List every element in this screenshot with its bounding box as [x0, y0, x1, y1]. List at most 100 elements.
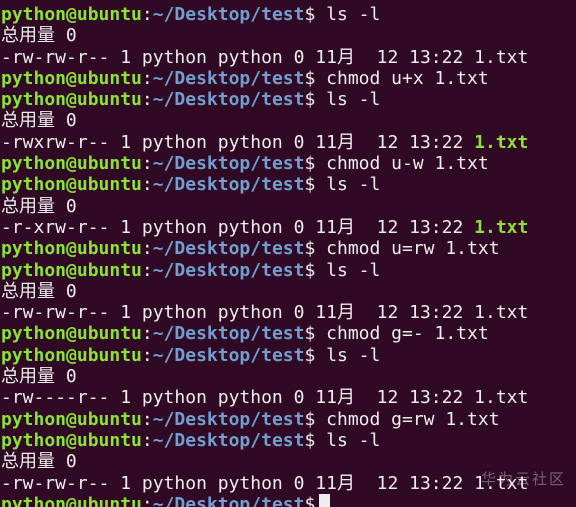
- listing-details: -rw-rw-r-- 1 python python 0 11月 12 13:2…: [1, 46, 475, 68]
- output-line: -rw-rw-r-- 1 python python 0 11月 12 13:2…: [1, 47, 576, 68]
- prompt-user-host: python@ubuntu: [1, 259, 142, 281]
- prompt-line: python@ubuntu:~/Desktop/test$ chmod g=rw…: [1, 409, 576, 430]
- command-text: ls -l: [326, 89, 381, 111]
- listing-details: -rw----r-- 1 python python 0 11月 12 13:2…: [1, 387, 475, 409]
- prompt-path: ~/Desktop/test: [152, 238, 305, 260]
- prompt-separator: :: [141, 89, 153, 111]
- prompt-separator: :: [141, 408, 153, 430]
- listing-details: -rw-rw-r-- 1 python python 0 11月 12 13:2…: [1, 302, 475, 324]
- prompt-line: python@ubuntu:~/Desktop/test$ ls -l: [1, 260, 576, 281]
- prompt-path: ~/Desktop/test: [152, 344, 305, 366]
- output-line: 总用量 0: [1, 196, 576, 217]
- prompt-symbol: $: [304, 408, 316, 430]
- prompt-line: python@ubuntu:~/Desktop/test$ ls -l: [1, 4, 576, 25]
- prompt-symbol: $: [304, 174, 316, 196]
- prompt-user-host: python@ubuntu: [1, 323, 142, 345]
- prompt-user-host: python@ubuntu: [1, 89, 142, 111]
- terminal-window[interactable]: python@ubuntu:~/Desktop/test$ ls -l 总用量 0…: [0, 0, 576, 507]
- command-text: chmod g=rw 1.txt: [326, 408, 500, 430]
- prompt-symbol: $: [304, 89, 316, 111]
- prompt-user-host: python@ubuntu: [1, 4, 142, 25]
- command-text: ls -l: [326, 174, 381, 196]
- prompt-path: ~/Desktop/test: [152, 408, 305, 430]
- output-text: 总用量 0: [1, 451, 77, 473]
- command-text: chmod u+x 1.txt: [326, 67, 489, 89]
- command-text: ls -l: [326, 4, 381, 25]
- listing-details: -rwxrw-r-- 1 python python 0 11月 12 13:2…: [1, 131, 475, 153]
- prompt-separator: :: [141, 153, 153, 175]
- output-text: 总用量 0: [1, 25, 77, 47]
- output-line: 总用量 0: [1, 281, 576, 302]
- prompt-user-host: python@ubuntu: [1, 429, 142, 451]
- prompt-path: ~/Desktop/test: [152, 429, 305, 451]
- output-text: 总用量 0: [1, 280, 77, 302]
- prompt-line: python@ubuntu:~/Desktop/test$ chmod u-w …: [1, 153, 576, 174]
- prompt-line: python@ubuntu:~/Desktop/test$ ls -l: [1, 89, 576, 110]
- prompt-user-host: python@ubuntu: [1, 344, 142, 366]
- prompt-symbol: $: [304, 67, 316, 89]
- output-text: 总用量 0: [1, 195, 77, 217]
- prompt-symbol: $: [304, 344, 316, 366]
- listing-filename: 1.txt: [474, 46, 529, 68]
- prompt-path: ~/Desktop/test: [152, 259, 305, 281]
- prompt-separator: :: [141, 323, 153, 345]
- prompt-symbol: $: [304, 153, 316, 175]
- prompt-separator: :: [141, 259, 153, 281]
- output-line: -rwxrw-r-- 1 python python 0 11月 12 13:2…: [1, 132, 576, 153]
- command-text: chmod u=rw 1.txt: [326, 238, 500, 260]
- prompt-line: python@ubuntu:~/Desktop/test$ chmod g=- …: [1, 323, 576, 344]
- prompt-symbol: $: [304, 493, 316, 507]
- output-text: 总用量 0: [1, 366, 77, 388]
- prompt-separator: :: [141, 67, 153, 89]
- prompt-user-host: python@ubuntu: [1, 174, 142, 196]
- prompt-line: python@ubuntu:~/Desktop/test$ ls -l: [1, 430, 576, 451]
- text-cursor[interactable]: [319, 493, 331, 507]
- prompt-symbol: $: [304, 323, 316, 345]
- prompt-user-host: python@ubuntu: [1, 153, 142, 175]
- prompt-user-host: python@ubuntu: [1, 238, 142, 260]
- prompt-symbol: $: [304, 429, 316, 451]
- prompt-user-host: python@ubuntu: [1, 493, 142, 507]
- prompt-line: python@ubuntu:~/Desktop/test$ ls -l: [1, 174, 576, 195]
- prompt-path: ~/Desktop/test: [152, 174, 305, 196]
- prompt-path: ~/Desktop/test: [152, 4, 305, 25]
- command-text: ls -l: [326, 344, 381, 366]
- listing-filename: 1.txt: [474, 302, 529, 324]
- prompt-separator: :: [141, 344, 153, 366]
- listing-filename: 1.txt: [474, 131, 529, 153]
- prompt-user-host: python@ubuntu: [1, 408, 142, 430]
- output-line: 总用量 0: [1, 110, 576, 131]
- prompt-line: python@ubuntu:~/Desktop/test$: [1, 493, 576, 507]
- prompt-line: python@ubuntu:~/Desktop/test$ chmod u=rw…: [1, 238, 576, 259]
- output-line: -r-xrw-r-- 1 python python 0 11月 12 13:2…: [1, 217, 576, 238]
- prompt-user-host: python@ubuntu: [1, 67, 142, 89]
- command-text: ls -l: [326, 429, 381, 451]
- prompt-path: ~/Desktop/test: [152, 67, 305, 89]
- watermark: 华为云社区: [480, 470, 566, 488]
- output-line: -rw----r-- 1 python python 0 11月 12 13:2…: [1, 387, 576, 408]
- prompt-separator: :: [141, 174, 153, 196]
- prompt-path: ~/Desktop/test: [152, 153, 305, 175]
- output-text: 总用量 0: [1, 110, 77, 132]
- prompt-separator: :: [141, 238, 153, 260]
- prompt-separator: :: [141, 4, 153, 25]
- command-text: chmod g=- 1.txt: [326, 323, 489, 345]
- command-text: chmod u-w 1.txt: [326, 153, 489, 175]
- output-line: -rw-rw-r-- 1 python python 0 11月 12 13:2…: [1, 302, 576, 323]
- listing-details: -rw-rw-r-- 1 python python 0 11月 12 13:2…: [1, 472, 475, 494]
- command-text: ls -l: [326, 259, 381, 281]
- prompt-path: ~/Desktop/test: [152, 493, 305, 507]
- prompt-separator: :: [141, 429, 153, 451]
- prompt-separator: :: [141, 493, 153, 507]
- prompt-symbol: $: [304, 238, 316, 260]
- listing-filename: 1.txt: [474, 387, 529, 409]
- prompt-line: python@ubuntu:~/Desktop/test$ ls -l: [1, 345, 576, 366]
- prompt-path: ~/Desktop/test: [152, 89, 305, 111]
- prompt-symbol: $: [304, 4, 316, 25]
- listing-filename: 1.txt: [474, 216, 529, 238]
- prompt-path: ~/Desktop/test: [152, 323, 305, 345]
- output-line: 总用量 0: [1, 366, 576, 387]
- prompt-symbol: $: [304, 259, 316, 281]
- listing-details: -r-xrw-r-- 1 python python 0 11月 12 13:2…: [1, 216, 475, 238]
- output-line: 总用量 0: [1, 25, 576, 46]
